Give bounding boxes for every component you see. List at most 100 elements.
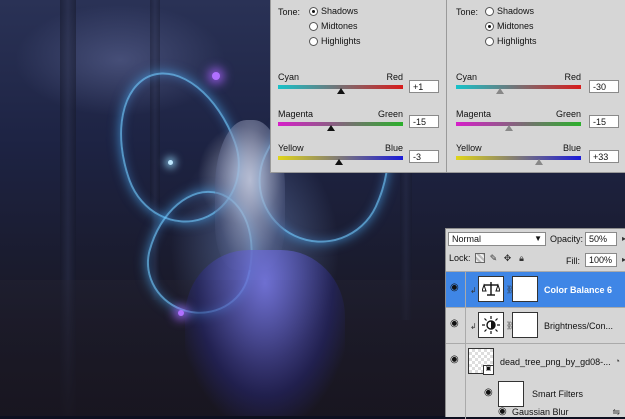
magenta-green-value[interactable]: -15 — [409, 115, 439, 128]
slider-label-left: Cyan — [456, 72, 478, 82]
visibility-column — [446, 407, 466, 419]
fairy-gown — [185, 250, 345, 416]
color-balance-panel-right: Tone: Shadows Midtones Highlights Cyan R… — [446, 0, 625, 173]
slider-thumb[interactable] — [495, 88, 504, 94]
fill-input[interactable]: 100% ▸ — [585, 253, 625, 267]
layer-mask-thumbnail[interactable] — [512, 276, 538, 302]
filter-row[interactable]: ◉ Gaussian Blur ⇋ — [446, 407, 625, 419]
layer-row[interactable]: ◉ ↲ ⛓ Color Balance 6 — [446, 271, 625, 307]
layer-row[interactable]: ◉ ↲ ⛓ Brightness/Con... — [446, 307, 625, 343]
slider-label-right: Red — [564, 72, 581, 82]
radio-dot[interactable] — [485, 21, 494, 31]
tone-label: Tone: — [278, 7, 301, 17]
lock-label: Lock: — [449, 253, 471, 263]
radio-label: Midtones — [497, 21, 534, 31]
blend-mode-value: Normal — [452, 234, 482, 244]
eye-icon[interactable]: ◉ — [484, 388, 496, 398]
slider-label-right: Green — [555, 109, 581, 119]
smart-object-icon: ▣ — [483, 365, 494, 375]
slider-track[interactable] — [456, 122, 581, 126]
layer-row[interactable]: ◉ ▣ dead_tree_png_by_gd08-... ◔ — [446, 343, 625, 379]
radio-midtones[interactable]: Midtones — [309, 21, 358, 31]
slider-label-left: Cyan — [278, 72, 300, 82]
slider-thumb[interactable] — [535, 159, 544, 165]
balance-scale-icon[interactable] — [478, 276, 504, 302]
slider-thumb[interactable] — [327, 125, 336, 131]
sparkle — [168, 160, 173, 165]
radio-label: Highlights — [321, 36, 361, 46]
yellow-blue-slider[interactable]: Yellow Blue — [278, 143, 403, 173]
fill-value: 100% — [589, 255, 613, 265]
layers-panel: Normal ▼ Opacity: 50% ▸ Lock: ✎ ✥ 🔒︎ Fil… — [445, 228, 625, 419]
opacity-label: Opacity: — [550, 234, 584, 244]
sun-icon[interactable] — [478, 312, 504, 338]
layer-name[interactable]: dead_tree_png_by_gd08-... — [500, 357, 611, 367]
eye-icon[interactable]: ◉ — [450, 319, 462, 329]
color-balance-panel-left: Tone: Shadows Midtones Highlights Cyan R… — [270, 0, 446, 173]
magenta-green-slider[interactable]: Magenta Green — [278, 109, 403, 139]
magenta-green-slider[interactable]: Magenta Green — [456, 109, 581, 139]
lock-row: Lock: ✎ ✥ 🔒︎ — [449, 253, 527, 263]
smart-filters-row[interactable]: ◉ Smart Filters — [446, 379, 625, 409]
slider-label-left: Yellow — [456, 143, 482, 153]
radio-dot[interactable] — [309, 36, 318, 46]
slider-thumb[interactable] — [334, 159, 343, 165]
radio-label: Midtones — [321, 21, 358, 31]
radio-shadows[interactable]: Shadows — [485, 6, 534, 16]
cyan-red-value[interactable]: +1 — [409, 80, 439, 93]
slider-thumb[interactable] — [337, 88, 346, 94]
visibility-column: ◉ — [446, 308, 466, 343]
magenta-green-value[interactable]: -15 — [589, 115, 619, 128]
layer-name[interactable]: Color Balance 6 — [544, 285, 612, 295]
fill-label: Fill: — [566, 256, 580, 266]
radio-dot[interactable] — [485, 6, 494, 16]
cyan-red-slider[interactable]: Cyan Red — [278, 72, 403, 102]
clip-arrow-icon: ↲ — [470, 322, 477, 331]
slider-track[interactable] — [456, 156, 581, 160]
cyan-red-value[interactable]: -30 — [589, 80, 619, 93]
slider-label-left: Magenta — [456, 109, 492, 119]
smart-filter-mask-thumbnail[interactable] — [498, 381, 524, 407]
sparkle — [178, 310, 184, 316]
visibility-column — [446, 379, 466, 409]
slider-label-right: Blue — [384, 143, 403, 153]
slider-track[interactable] — [456, 85, 581, 89]
visibility-column: ◉ — [446, 272, 466, 307]
radio-label: Shadows — [497, 6, 535, 16]
smart-filters-label[interactable]: Smart Filters — [532, 389, 583, 399]
cyan-red-slider[interactable]: Cyan Red — [456, 72, 581, 102]
lock-all-icon[interactable]: 🔒︎ — [517, 253, 527, 263]
slider-track[interactable] — [278, 122, 403, 126]
yellow-blue-slider[interactable]: Yellow Blue — [456, 143, 581, 173]
radio-highlights[interactable]: Highlights — [485, 36, 537, 46]
radio-label: Shadows — [321, 6, 359, 16]
yellow-blue-value[interactable]: +33 — [589, 150, 619, 163]
lock-transparency-icon[interactable] — [474, 253, 485, 263]
eye-icon[interactable]: ◉ — [450, 355, 462, 365]
yellow-blue-value[interactable]: -3 — [409, 150, 439, 163]
slider-label-right: Blue — [562, 143, 581, 153]
radio-label: Highlights — [497, 36, 537, 46]
tone-label: Tone: — [456, 7, 479, 17]
radio-midtones[interactable]: Midtones — [485, 21, 534, 31]
radio-dot[interactable] — [309, 21, 318, 31]
radio-dot[interactable] — [485, 36, 494, 46]
visibility-column: ◉ — [446, 344, 466, 379]
eye-icon[interactable]: ◉ — [450, 283, 462, 293]
clip-arrow-icon: ↲ — [470, 286, 477, 295]
slider-label-left: Yellow — [278, 143, 304, 153]
radio-shadows[interactable]: Shadows — [309, 6, 358, 16]
layer-name[interactable]: Brightness/Con... — [544, 321, 613, 331]
lock-move-icon[interactable]: ✥ — [503, 253, 513, 263]
layer-mask-thumbnail[interactable] — [512, 312, 538, 338]
radio-dot[interactable] — [309, 6, 318, 16]
slider-label-left: Magenta — [278, 109, 314, 119]
radio-highlights[interactable]: Highlights — [309, 36, 361, 46]
blend-mode-select[interactable]: Normal ▼ — [448, 232, 546, 246]
lock-brush-icon[interactable]: ✎ — [489, 253, 499, 263]
opacity-input[interactable]: 50% ▸ — [585, 232, 625, 246]
sparkle — [212, 72, 220, 80]
chevron-down-icon: ▼ — [534, 234, 542, 243]
slider-thumb[interactable] — [505, 125, 514, 131]
filter-options-icon[interactable]: ⇋ — [612, 407, 620, 418]
